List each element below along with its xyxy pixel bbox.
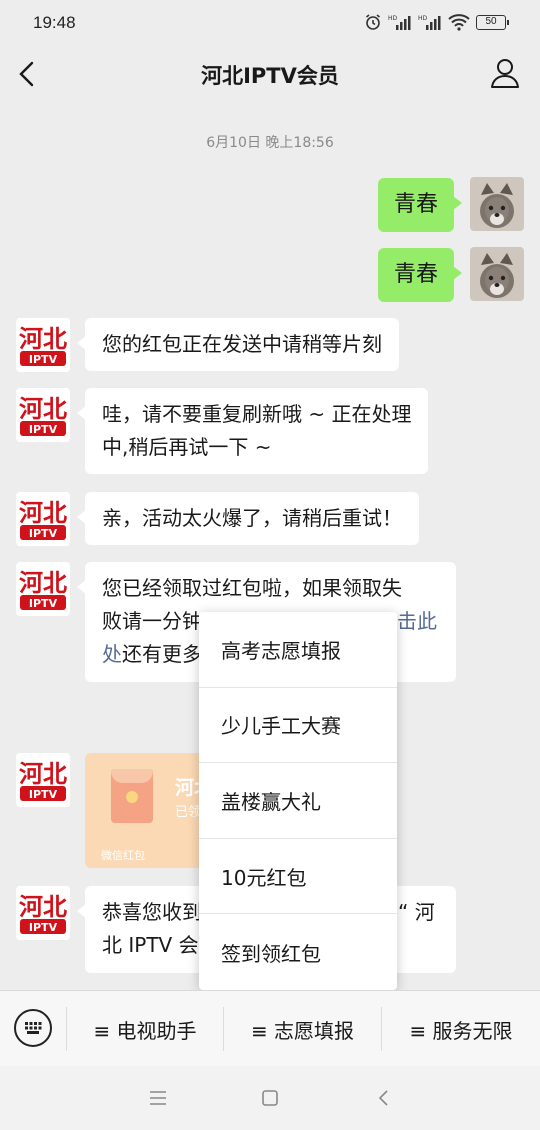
signal-hd-icon: HD — [388, 15, 411, 30]
svg-text:IPTV: IPTV — [29, 423, 58, 436]
svg-text:IPTV: IPTV — [29, 921, 58, 934]
red-packet-status: 已领 — [175, 805, 202, 820]
back-triangle-icon[interactable] — [374, 1088, 394, 1108]
menu-item-gaokao[interactable]: 高考志愿填报 — [199, 612, 397, 688]
signal-hd-icon-2: HD — [418, 15, 441, 30]
svg-text:河北: 河北 — [19, 760, 67, 788]
menu-item-kids-craft[interactable]: 少儿手工大赛 — [199, 688, 397, 764]
received-message[interactable]: 您的红包正在发送中请稍等片刻 — [77, 318, 399, 371]
message-line: 您的红包正在发送中请稍等片刻 — [102, 332, 382, 356]
bot-avatar[interactable]: 河北 IPTV — [16, 753, 70, 807]
svg-text:河北: 河北 — [19, 569, 67, 597]
wifi-icon — [448, 14, 470, 31]
received-message[interactable]: 哇，请不要重复刷新哦 ~ 正在处理 中,稍后再试一下 ~ — [76, 388, 429, 474]
nav-bar: 河北IPTV会员 — [0, 46, 540, 102]
my-avatar[interactable] — [470, 247, 524, 301]
bot-avatar[interactable]: 河北 IPTV — [16, 388, 70, 442]
hebei-iptv-logo: 河北IPTV — [19, 499, 67, 540]
hebei-iptv-logo: 河北IPTV — [19, 569, 67, 610]
date-divider: 6月10日 晚上18:56 — [206, 135, 334, 151]
received-message[interactable]: 亲，活动太火爆了，请稍后重试！ — [77, 492, 419, 545]
message-line: 哇，请不要重复刷新哦 ~ 正在处理 — [102, 402, 412, 426]
keyboard-toggle-button[interactable] — [14, 1009, 52, 1047]
menu-item-red-packet-10[interactable]: 10元红包 — [199, 839, 397, 915]
home-square-icon[interactable] — [260, 1088, 280, 1108]
menu-tab-volunteer[interactable]: ≡ 志愿填报 — [224, 991, 381, 1067]
svg-text:河北: 河北 — [19, 499, 67, 527]
message-line: 亲，活动太火爆了，请稍后重试！ — [102, 506, 402, 530]
svg-text:河北: 河北 — [19, 325, 67, 353]
svg-text:IPTV: IPTV — [29, 788, 58, 801]
hebei-iptv-logo: 河北IPTV — [19, 325, 67, 366]
hebei-iptv-logo: 河北IPTV — [19, 760, 67, 801]
message-link[interactable]: 击此 — [397, 605, 437, 638]
status-icons: HD HD 50 — [364, 13, 509, 31]
bot-avatar[interactable]: 河北 IPTV — [16, 318, 70, 372]
bot-avatar[interactable]: 河北 IPTV — [16, 492, 70, 546]
menu-tab-tv-assistant[interactable]: ≡ 电视助手 — [67, 991, 223, 1067]
bot-avatar[interactable]: 河北 IPTV — [16, 886, 70, 940]
svg-text:IPTV: IPTV — [29, 597, 58, 610]
svg-text:河北: 河北 — [19, 395, 67, 423]
my-avatar[interactable] — [470, 177, 524, 231]
red-packet-label: 微信红包 — [101, 849, 145, 862]
menu-lines-icon[interactable] — [148, 1089, 168, 1107]
menu-item-checkin[interactable]: 签到领红包 — [199, 914, 397, 990]
menu-tab-services[interactable]: ≡ 服务无限 — [382, 991, 540, 1067]
svg-text:HD: HD — [418, 15, 428, 22]
alarm-icon — [366, 14, 380, 30]
sent-message[interactable]: 青春 — [377, 178, 463, 232]
chat-title: 河北IPTV会员 — [201, 64, 339, 88]
svg-text:IPTV: IPTV — [29, 527, 58, 540]
svg-text:HD: HD — [388, 15, 398, 22]
profile-icon[interactable] — [488, 56, 522, 90]
keyboard-icon — [25, 1022, 42, 1034]
bottom-menu-bar: ≡ 电视助手 ≡ 志愿填报 ≡ 服务无限 — [0, 990, 540, 1066]
puppy-avatar-icon — [470, 177, 524, 231]
hebei-iptv-logo: 河北IPTV — [19, 395, 67, 436]
hebei-iptv-logo: 河北IPTV — [19, 893, 67, 934]
message-line: 中,稍后再试一下 ~ — [102, 435, 272, 459]
red-packet-icon — [111, 769, 153, 823]
bot-avatar[interactable]: 河北 IPTV — [16, 562, 70, 616]
status-time: 19:48 — [33, 13, 76, 32]
message-line: “ 河 — [398, 900, 435, 924]
battery-indicator: 50 — [476, 14, 509, 30]
svg-text:IPTV: IPTV — [29, 353, 58, 366]
submenu-popup: 高考志愿填报 少儿手工大赛 盖楼赢大礼 10元红包 签到领红包 — [199, 612, 397, 990]
coin-icon — [126, 791, 138, 803]
sent-message[interactable]: 青春 — [377, 248, 463, 302]
message-line: 败请一分钟 — [102, 609, 202, 633]
menu-item-building-prize[interactable]: 盖楼赢大礼 — [199, 763, 397, 839]
message-link[interactable]: 处 — [102, 642, 122, 666]
message-line: 还有更多 — [122, 642, 202, 666]
svg-text:河北: 河北 — [19, 893, 67, 921]
message-line: 您已经领取过红包啦，如果领取失 — [102, 576, 402, 600]
puppy-avatar-icon — [470, 247, 524, 301]
system-nav-bar — [0, 1066, 540, 1130]
status-bar: 19:48 HD HD 50 — [0, 0, 540, 46]
